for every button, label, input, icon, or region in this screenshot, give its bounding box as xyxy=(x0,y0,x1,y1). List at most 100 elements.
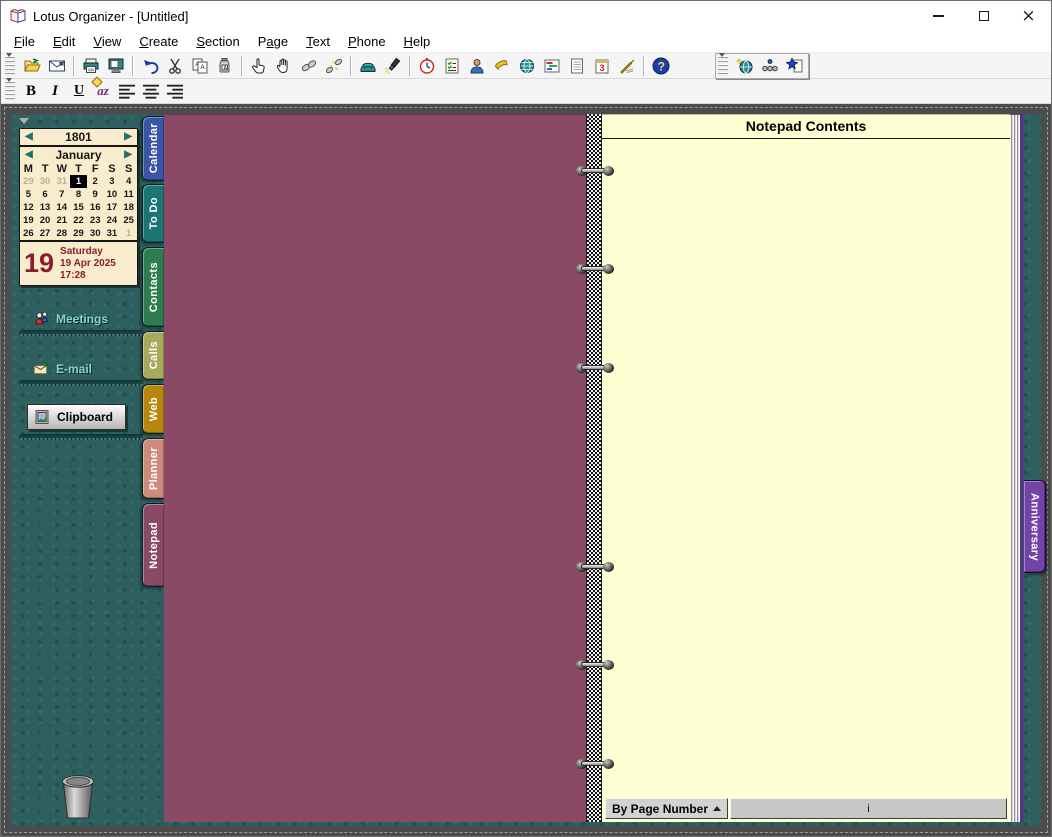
calendar-day[interactable]: 12 xyxy=(20,201,37,214)
calendar-day[interactable]: 2 xyxy=(87,175,104,188)
calendar-day[interactable]: 15 xyxy=(70,201,87,214)
internet-globe-button[interactable] xyxy=(732,55,757,77)
calendar-day[interactable]: 10 xyxy=(104,188,121,201)
anniversary-tab[interactable]: Anniversary xyxy=(1024,480,1046,573)
menu-item-file[interactable]: File xyxy=(5,32,44,51)
calendar-day[interactable]: 22 xyxy=(70,214,87,227)
calendar-day[interactable]: 20 xyxy=(37,214,54,227)
print-button[interactable] xyxy=(78,55,103,77)
calendar-day[interactable]: 19 xyxy=(20,214,37,227)
calendar-day[interactable]: 8 xyxy=(70,188,87,201)
menu-item-page[interactable]: Page xyxy=(249,32,297,51)
calendar-day[interactable]: 31 xyxy=(104,227,121,240)
today-panel[interactable]: 19 Saturday 19 Apr 2025 17:28 xyxy=(19,241,138,286)
calendar-day[interactable]: 1 xyxy=(120,227,137,240)
phone-dial-button[interactable] xyxy=(355,55,380,77)
calendar-day[interactable]: 30 xyxy=(37,175,54,188)
calendar-day[interactable]: 16 xyxy=(87,201,104,214)
web-links-button[interactable] xyxy=(757,55,782,77)
format-toolbar-grip[interactable] xyxy=(5,81,15,101)
menu-item-help[interactable]: Help xyxy=(395,32,440,51)
align-center-button[interactable] xyxy=(139,81,163,102)
menu-item-text[interactable]: Text xyxy=(297,32,339,51)
meetings-shortcut[interactable]: Meetings xyxy=(33,310,108,327)
section-tab-notepad[interactable]: Notepad xyxy=(142,503,164,587)
notepad-left-page[interactable] xyxy=(164,114,586,822)
section-tab-calls[interactable]: Calls xyxy=(142,331,164,380)
calendar-day[interactable]: 14 xyxy=(53,201,70,214)
alarm-clock-button[interactable] xyxy=(414,55,439,77)
menu-item-create[interactable]: Create xyxy=(130,32,187,51)
calendar-day[interactable]: 31 xyxy=(53,175,70,188)
cut-button[interactable] xyxy=(162,55,187,77)
todo-list-button[interactable] xyxy=(439,55,464,77)
copy-button[interactable]: AA xyxy=(187,55,212,77)
next-year-arrow[interactable]: ▶ xyxy=(124,132,132,142)
menu-item-view[interactable]: View xyxy=(84,32,130,51)
select-pointer-button[interactable] xyxy=(246,55,271,77)
planner-grid-button[interactable] xyxy=(539,55,564,77)
find-flashlight-button[interactable] xyxy=(380,55,405,77)
calendar-day[interactable]: 29 xyxy=(20,175,37,188)
break-link-button[interactable] xyxy=(321,55,346,77)
section-tab-calendar[interactable]: Calendar xyxy=(142,116,164,181)
menu-item-section[interactable]: Section xyxy=(187,32,248,51)
calendar-day[interactable]: 21 xyxy=(53,214,70,227)
maximize-button[interactable] xyxy=(961,2,1006,31)
floating-toolbar-grip[interactable] xyxy=(718,56,728,76)
sidebar-collapse-arrow[interactable] xyxy=(19,118,29,124)
underline-button[interactable]: U xyxy=(67,81,91,102)
clipboard-button[interactable]: Clipboard xyxy=(27,404,126,430)
calendar-day[interactable]: 27 xyxy=(37,227,54,240)
calendar-day[interactable]: 28 xyxy=(53,227,70,240)
menu-item-phone[interactable]: Phone xyxy=(339,32,395,51)
open-file-button[interactable] xyxy=(19,55,44,77)
calendar-day[interactable]: 11 xyxy=(120,188,137,201)
calendar-day[interactable]: 24 xyxy=(104,214,121,227)
calendar-day[interactable]: 30 xyxy=(87,227,104,240)
calendar-day[interactable]: 5 xyxy=(20,188,37,201)
web-globe-button[interactable] xyxy=(514,55,539,77)
align-left-button[interactable] xyxy=(115,81,139,102)
anniversary-calendar-button[interactable]: 3 xyxy=(589,55,614,77)
close-button[interactable]: × xyxy=(1006,2,1051,31)
calendar-day[interactable]: 23 xyxy=(87,214,104,227)
calendar-day[interactable]: 1 xyxy=(70,175,87,188)
pen-button[interactable] xyxy=(614,55,639,77)
trash-bin-icon[interactable] xyxy=(55,772,101,822)
next-month-arrow[interactable]: ▶ xyxy=(124,150,132,160)
minimize-button[interactable] xyxy=(916,2,961,31)
prev-month-arrow[interactable]: ◀ xyxy=(25,150,33,160)
by-page-number-button[interactable]: By Page Number xyxy=(605,798,728,819)
calls-handset-button[interactable] xyxy=(489,55,514,77)
pan-hand-button[interactable] xyxy=(271,55,296,77)
font-case-button[interactable]: az xyxy=(91,81,115,102)
section-tab-contacts[interactable]: Contacts xyxy=(142,247,164,327)
bold-button[interactable]: B xyxy=(19,81,43,102)
calendar-day[interactable]: 9 xyxy=(87,188,104,201)
section-tab-to-do[interactable]: To Do xyxy=(142,184,164,243)
calendar-day[interactable]: 29 xyxy=(70,227,87,240)
contacts-person-button[interactable] xyxy=(464,55,489,77)
prev-year-arrow[interactable]: ◀ xyxy=(25,132,33,142)
calendar-day[interactable]: 3 xyxy=(104,175,121,188)
page-index-strip[interactable]: i xyxy=(730,798,1007,819)
section-tab-planner[interactable]: Planner xyxy=(142,438,164,499)
toolbar-grip[interactable] xyxy=(5,56,15,76)
calendar-day[interactable]: 6 xyxy=(37,188,54,201)
undo-button[interactable] xyxy=(137,55,162,77)
mail-button[interactable] xyxy=(44,55,69,77)
italic-button[interactable]: I xyxy=(43,81,67,102)
paste-button[interactable]: A xyxy=(212,55,237,77)
notepad-page-button[interactable] xyxy=(564,55,589,77)
calendar-day[interactable]: 18 xyxy=(120,201,137,214)
menu-item-edit[interactable]: Edit xyxy=(44,32,84,51)
calendar-day[interactable]: 26 xyxy=(20,227,37,240)
section-tab-web[interactable]: Web xyxy=(142,384,164,434)
email-shortcut[interactable]: E-mail xyxy=(33,360,92,377)
calendar-day[interactable]: 17 xyxy=(104,201,121,214)
calendar-day[interactable]: 25 xyxy=(120,214,137,227)
notepad-right-page[interactable]: Notepad Contents By Page Number i xyxy=(602,114,1010,822)
calendar-day[interactable]: 4 xyxy=(120,175,137,188)
print-preview-button[interactable] xyxy=(103,55,128,77)
